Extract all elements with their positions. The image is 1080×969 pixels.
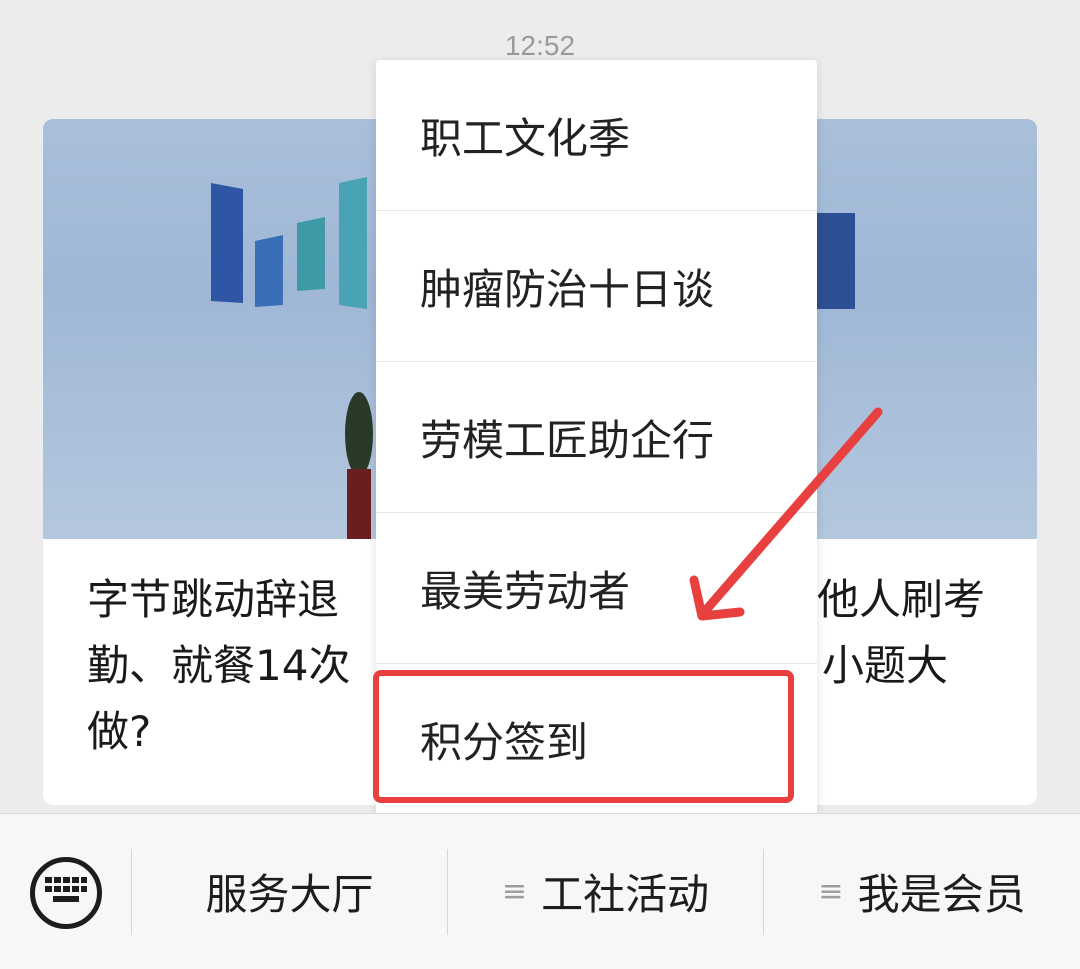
menu-item-best-workers[interactable]: 最美劳动者 bbox=[376, 513, 817, 664]
menu-item-tumor-prevention[interactable]: 肿瘤防治十日谈 bbox=[376, 211, 817, 362]
tab-membership-label: 我是会员 bbox=[857, 870, 1026, 919]
bottom-menu-bar: 服务大厅 ≡ 工社活动 ≡ 我是会员 bbox=[0, 813, 1080, 969]
tab-union-activities[interactable]: ≡ 工社活动 bbox=[448, 814, 763, 969]
menu-item-model-workers[interactable]: 劳模工匠助企行 bbox=[376, 362, 817, 513]
highlight-box bbox=[373, 670, 794, 803]
title-line-1-left: 字节跳动辞退 bbox=[87, 575, 340, 624]
title-line-1-right: 他人刷考 bbox=[817, 575, 986, 624]
tab-membership[interactable]: ≡ 我是会员 bbox=[764, 814, 1080, 969]
menu-list-icon: ≡ bbox=[818, 874, 844, 909]
status-time: 12:52 bbox=[504, 30, 576, 61]
tab-service-hall[interactable]: 服务大厅 bbox=[132, 814, 447, 969]
keyboard-icon[interactable] bbox=[30, 857, 102, 929]
tab-union-activities-label: 工社活动 bbox=[541, 870, 710, 919]
menu-list-icon: ≡ bbox=[501, 874, 528, 909]
tab-service-hall-label: 服务大厅 bbox=[205, 870, 374, 919]
title-line-2-left: 勤、就餐14次 bbox=[87, 641, 351, 690]
menu-item-culture-season[interactable]: 职工文化季 bbox=[376, 60, 817, 211]
title-line-3-left: 做? bbox=[87, 707, 152, 756]
title-line-2-right: 小题大 bbox=[822, 641, 949, 690]
